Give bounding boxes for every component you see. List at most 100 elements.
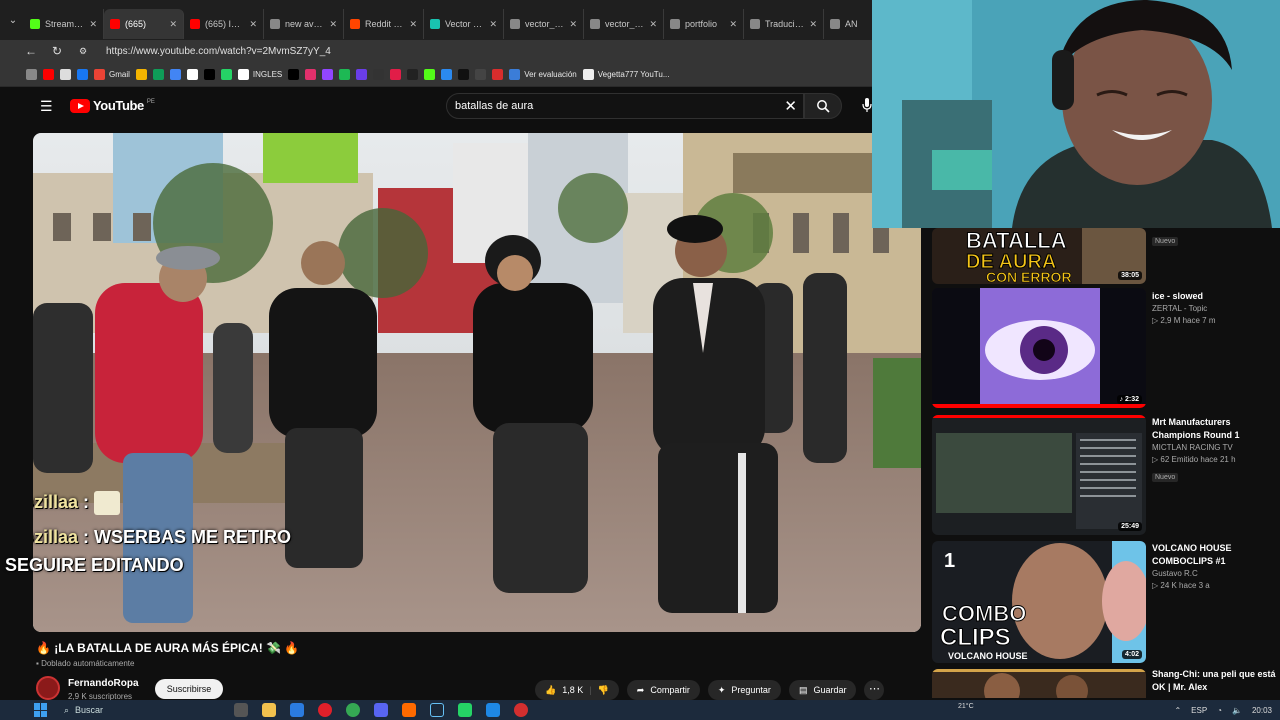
close-tab-icon[interactable]: ✕ [89,19,97,30]
weather-widget[interactable]: 21°C [958,703,974,710]
rec-info-4[interactable]: Shang-Chi: una peli que está OK | Mr. Al… [1152,668,1278,694]
channel-avatar[interactable] [36,676,60,700]
chevron-up-icon[interactable]: ⌃ [1174,706,1181,715]
bookmark-item[interactable] [322,68,334,80]
task-view-icon[interactable] [234,703,248,717]
menu-icon[interactable]: ☰ [40,98,53,115]
browser-tab[interactable]: new avenge ✕ [264,9,344,39]
bookmark-item[interactable] [424,68,436,80]
rec-info-1[interactable]: ice - slowed ZERTAL - Topic ▷ 2,9 M hace… [1152,290,1278,327]
steam-icon[interactable] [430,703,444,717]
file-explorer-icon[interactable] [262,703,276,717]
back-icon[interactable]: ← [24,44,38,58]
browser-tab[interactable]: portfolio ✕ [664,9,744,39]
search-button[interactable] [804,93,842,119]
wifi-icon[interactable]: ◔ [1217,706,1222,715]
app-red-icon[interactable] [514,703,528,717]
windows-start-icon[interactable] [34,703,48,717]
browser-tab[interactable]: vector_vent ✕ [584,9,664,39]
browser-tab[interactable]: vector_vent ✕ [504,9,584,39]
app-orange-icon[interactable] [402,703,416,717]
bookmark-item[interactable] [26,68,37,80]
close-tab-icon[interactable]: ✕ [169,19,177,30]
close-tab-icon[interactable]: ✕ [569,19,577,30]
bookmark-item[interactable] [135,68,147,80]
bookmark-item[interactable] [77,68,88,80]
store-icon[interactable] [290,703,304,717]
taskbar-search[interactable]: ⌕ Buscar [64,705,164,716]
close-tab-icon[interactable]: ✕ [649,19,657,30]
save-button[interactable]: ▤ Guardar [788,680,857,700]
close-tab-icon[interactable]: ✕ [809,19,817,30]
browser-tab[interactable]: Reddit - htt ✕ [344,9,424,39]
bookmark-item[interactable]: Gmail [94,68,130,80]
bookmark-item[interactable] [203,68,215,80]
bookmark-item[interactable]: Vegetta777 YouTu... [582,68,670,80]
thumb-text-3: CON ERROR [986,269,1072,284]
close-tab-icon[interactable]: ✕ [409,19,417,30]
share-button[interactable]: ➦ Compartir [626,680,700,700]
bookmark-item[interactable] [373,68,385,80]
close-tab-icon[interactable]: ✕ [249,19,257,30]
like-button[interactable]: 👍 1,8 K | 👎 [535,680,619,700]
youtube-logo[interactable]: YouTube PE [70,98,155,113]
rec-thumbnail-4[interactable] [932,669,1146,698]
bookmark-item[interactable] [390,68,402,80]
bookmark-item[interactable] [441,68,453,80]
clock[interactable]: 20:03 [1252,706,1272,715]
browser-tab[interactable]: (665) Introd ✕ [184,9,264,39]
bookmark-item[interactable] [339,68,351,80]
search-box[interactable]: batallas de aura ✕ [446,93,804,119]
opera-icon[interactable] [318,703,332,717]
rec-thumbnail-3[interactable]: COMBO CLIPS VOLCANO HOUSE 1 4:02 [932,541,1146,663]
rec-thumbnail-2[interactable]: 25:49 [932,415,1146,535]
browser-tab[interactable]: Stream - Ki ✕ [24,9,104,39]
more-actions-icon[interactable]: ⋯ [864,680,885,700]
rec-info-3[interactable]: VOLCANO HOUSE COMBOCLIPS #1 Gustavo R.C … [1152,542,1278,592]
bookmark-item[interactable] [305,68,317,80]
bookmark-item[interactable] [356,68,368,80]
discord-icon[interactable] [374,703,388,717]
bookmark-item[interactable] [152,68,164,80]
close-tab-icon[interactable]: ✕ [329,19,337,30]
rec-thumbnail-0[interactable]: BATALLA DE AURA CON ERROR 38:05 [932,228,1146,284]
browser-tab[interactable]: Vector Vent ✕ [424,9,504,39]
bookmark-item[interactable] [186,68,198,80]
bookmark-label: Gmail [109,69,130,79]
site-info-icon[interactable]: ⚙ [76,46,90,57]
bookmark-item[interactable] [60,68,71,80]
rec-info-2[interactable]: Mrt Manufacturers Champions Round 1 MICT… [1152,416,1278,484]
channel-name[interactable]: FernandoRopa [68,678,139,689]
browser-tab[interactable]: Traducir al ✕ [744,9,824,39]
bookmark-item[interactable] [288,68,300,80]
rec-info-0[interactable]: Nuevo [1152,230,1278,248]
browser-tab[interactable]: (665) ✕ [104,9,184,39]
reload-icon[interactable]: ↻ [50,44,64,58]
close-tab-icon[interactable]: ✕ [489,19,497,30]
volume-icon[interactable]: 🔈 [1232,706,1242,715]
browser-tab[interactable]: AN✕ [824,9,872,39]
thumbs-down-icon[interactable]: 👎 [598,685,609,696]
search-input[interactable]: batallas de aura [455,100,533,112]
url-field[interactable]: https://www.youtube.com/watch?v=2MvmSZ7y… [106,46,331,57]
bookmark-item[interactable] [475,68,487,80]
bookmark-item[interactable] [458,68,470,80]
subscribe-button[interactable]: Suscribirse [155,679,223,699]
rec-thumbnail-1[interactable]: ♪ 2:32 [932,288,1146,408]
bookmark-item[interactable] [407,68,419,80]
close-tab-icon[interactable]: ✕ [729,19,737,30]
language-indicator[interactable]: ESP [1191,706,1207,715]
bookmark-item[interactable] [43,68,54,80]
whatsapp-icon[interactable] [458,703,472,717]
tab-search-icon[interactable]: ⌄ [4,12,22,30]
bookmark-item[interactable]: INGLES [237,68,282,80]
bookmark-item[interactable] [492,68,504,80]
chrome-icon[interactable] [346,703,360,717]
microphone-icon[interactable] [862,98,872,112]
app-blue-icon[interactable] [486,703,500,717]
clear-search-icon[interactable]: ✕ [784,97,797,115]
bookmark-item[interactable] [220,68,232,80]
bookmark-item[interactable] [169,68,181,80]
bookmark-item[interactable]: Ver evaluación [509,68,577,80]
ask-button[interactable]: ✦ Preguntar [707,680,781,700]
